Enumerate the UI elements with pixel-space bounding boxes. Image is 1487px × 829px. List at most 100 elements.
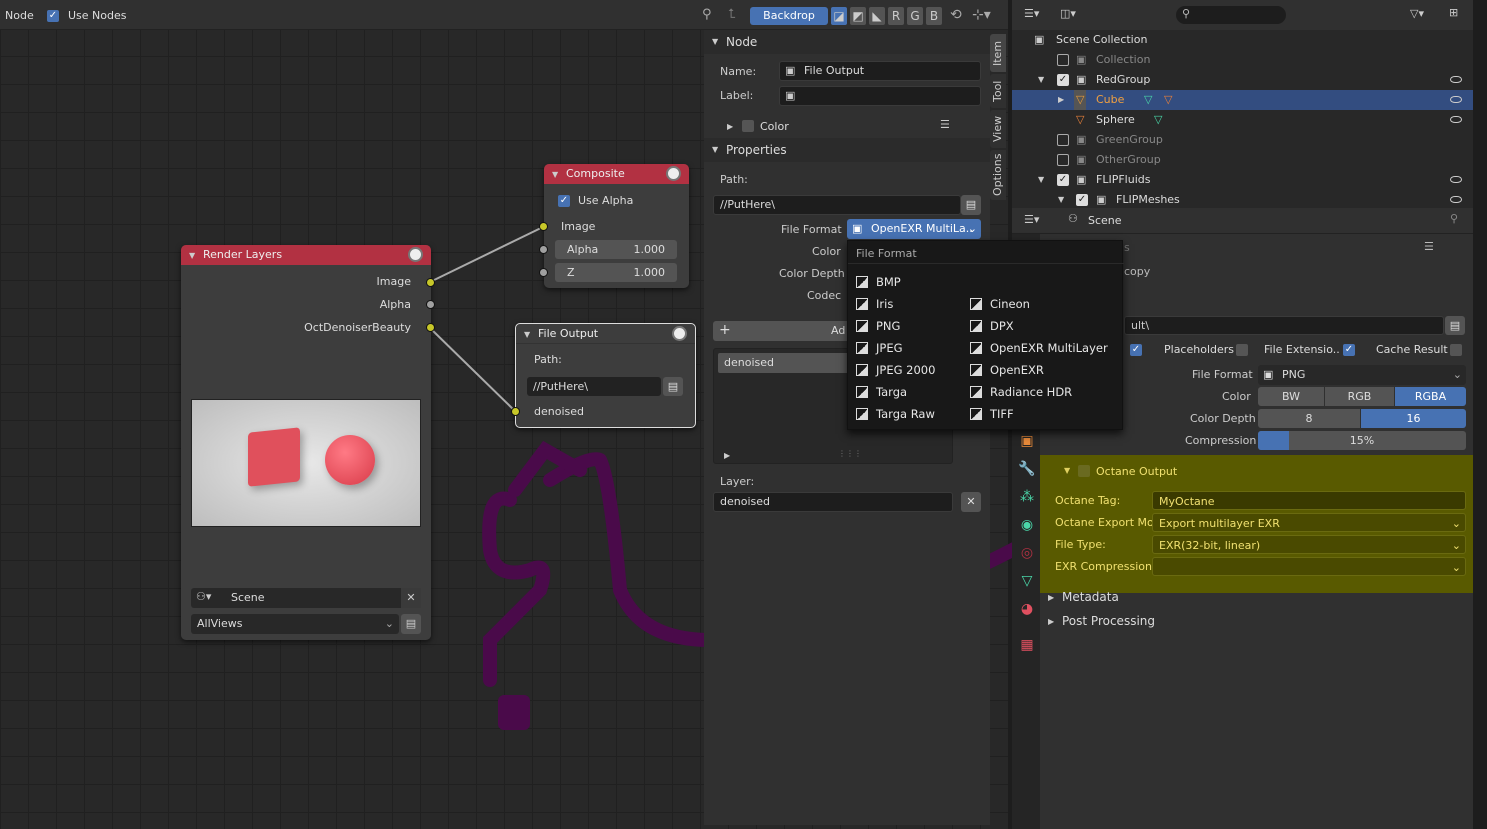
collapse-triangle-icon[interactable]: ▼ [1064, 466, 1070, 475]
exclude-checkbox[interactable]: ✓ [1076, 194, 1088, 206]
eye-icon[interactable] [1450, 196, 1462, 203]
z-slider[interactable]: Z 1.000 [555, 263, 677, 282]
composite-node[interactable]: ▼ Composite ✓ Use Alpha Image Alpha 1.00… [544, 164, 689, 288]
collapse-triangle-icon[interactable]: ▼ [712, 30, 718, 54]
properties-section-header[interactable]: ▼ Properties [704, 138, 990, 162]
collapse-triangle-icon[interactable]: ▼ [552, 165, 558, 185]
expand-triangle-icon[interactable]: ▶ [1048, 593, 1054, 602]
cache-result-checkbox[interactable] [1450, 344, 1462, 356]
render-layers-node[interactable]: ▼ Render Layers Image Alpha OctDenoiserB… [181, 245, 431, 640]
file-browse-icon[interactable]: ▤ [401, 614, 421, 634]
particles-tab-icon[interactable]: ⁂ [1016, 486, 1038, 508]
menu-item-cineon[interactable]: Cineon [970, 293, 1120, 315]
placeholders-checkbox[interactable] [1236, 344, 1248, 356]
render-layers-header[interactable]: ▼ Render Layers [181, 245, 431, 265]
color-checkbox[interactable] [742, 120, 754, 132]
sphere-preview-icon[interactable] [672, 326, 687, 341]
file-format-dropdown[interactable]: ▣ OpenEXR MultiLa.. ⌄ [847, 219, 981, 239]
output-path-field[interactable]: ult\ [1124, 316, 1444, 335]
collapse-triangle-icon[interactable]: ▼ [524, 325, 530, 345]
clear-scene-icon[interactable]: ✕ [401, 588, 421, 608]
eye-icon[interactable] [1450, 96, 1462, 103]
list-icon[interactable]: ☰ [940, 118, 950, 131]
views-dropdown[interactable]: AllViews ⌄ [191, 614, 399, 634]
color-bw-button[interactable]: BW [1258, 387, 1324, 406]
post-processing-panel-header[interactable]: Post Processing [1062, 614, 1155, 628]
sphere-preview-icon[interactable] [408, 247, 423, 262]
outliner-row[interactable]: ▣ GreenGroup [1012, 130, 1473, 150]
metadata-panel-header[interactable]: Metadata [1062, 590, 1119, 604]
folder-icon[interactable]: ▤ [663, 377, 683, 396]
collapse-triangle-icon[interactable]: ▼ [712, 138, 718, 162]
expand-triangle-icon[interactable]: ▼ [1038, 70, 1044, 90]
physics-tab-icon[interactable]: ◉ [1016, 514, 1038, 536]
editor-type-icon[interactable]: ☰▾ [1024, 213, 1039, 226]
menu-item-jpeg[interactable]: JPEG [856, 337, 968, 359]
expand-triangle-icon[interactable]: ▼ [1058, 190, 1064, 208]
path-field[interactable]: //PutHere\ [527, 377, 661, 396]
export-mode-dropdown[interactable]: Export multilayer EXR ⌄ [1152, 513, 1466, 532]
path-field[interactable]: //PutHere\ [713, 195, 961, 215]
node-label-field[interactable]: ▣ [779, 86, 981, 106]
scene-selector[interactable]: ⚇▾ Scene ✕ [191, 588, 421, 608]
composite-header[interactable]: ▼ Composite [544, 164, 689, 184]
outliner-row[interactable]: ▼ ✓ ▣ FLIPFluids [1012, 170, 1473, 190]
material-tab-icon[interactable]: ◕ [1016, 598, 1038, 620]
socket-denoiser-out[interactable] [426, 323, 435, 332]
outliner-row[interactable]: ▣ Collection [1012, 50, 1473, 70]
texture-tab-icon[interactable]: ▦ [1016, 634, 1038, 656]
expand-triangle-icon[interactable]: ▶ [1048, 617, 1054, 626]
octane-tag-field[interactable]: MyOctane [1152, 491, 1466, 510]
collapse-triangle-icon[interactable]: ▼ [189, 246, 195, 266]
use-alpha-checkbox[interactable]: ✓ [558, 195, 570, 207]
outliner-row[interactable]: ▽ Sphere ▽ [1012, 110, 1473, 130]
node-section-header[interactable]: ▼ Node [704, 30, 990, 54]
file-output-node[interactable]: ▼ File Output Path: //PutHere\ ▤ denoise… [515, 323, 696, 428]
depth-8-button[interactable]: 8 [1258, 409, 1360, 428]
resize-handle-icon[interactable]: ⋮⋮⋮ [838, 449, 862, 458]
display-mode-icon[interactable]: ◫▾ [1060, 7, 1076, 20]
menu-item-targa[interactable]: Targa [856, 381, 968, 403]
octane-output-checkbox[interactable] [1078, 465, 1090, 477]
menu-item-openexr[interactable]: OpenEXR [970, 359, 1120, 381]
socket-image-out[interactable] [426, 278, 435, 287]
socket-composite-z[interactable] [539, 268, 548, 277]
outliner-row[interactable]: ▼ ✓ ▣ RedGroup [1012, 70, 1473, 90]
exclude-checkbox[interactable] [1057, 134, 1069, 146]
color-rgba-button[interactable]: RGBA [1395, 387, 1466, 406]
file-format-dropdown[interactable]: ▣ PNG ⌄ [1258, 365, 1466, 385]
eye-icon[interactable] [1450, 116, 1462, 123]
eye-icon[interactable] [1450, 176, 1462, 183]
data-tab-icon[interactable]: ▽ [1016, 570, 1038, 592]
tab-options[interactable]: Options [990, 150, 1006, 200]
outliner-row[interactable]: ▼ ✓ ▣ FLIPMeshes [1012, 190, 1473, 208]
exr-compression-dropdown[interactable]: ⌄ [1152, 557, 1466, 576]
search-input[interactable]: ⚲ [1176, 6, 1286, 24]
socket-alpha-out[interactable] [426, 300, 435, 309]
exclude-checkbox[interactable] [1057, 154, 1069, 166]
compression-slider[interactable]: 15% [1258, 431, 1466, 450]
color-rgb-button[interactable]: RGB [1325, 387, 1394, 406]
expand-triangle-icon[interactable]: ▼ [1038, 170, 1044, 190]
menu-item-openexr-multilayer[interactable]: OpenEXR MultiLayer [970, 337, 1120, 359]
node-name-field[interactable]: ▣ File Output [779, 61, 981, 81]
tab-item[interactable]: Item [990, 34, 1006, 72]
constraints-tab-icon[interactable]: ◎ [1016, 542, 1038, 564]
menu-item-bmp[interactable]: BMP [856, 271, 968, 293]
tab-tool[interactable]: Tool [990, 74, 1006, 108]
menu-item-tiff[interactable]: TIFF [970, 403, 1120, 425]
remove-icon[interactable]: ✕ [961, 492, 981, 512]
tab-view[interactable]: View [990, 110, 1006, 148]
expand-triangle-icon[interactable]: ▶ [1058, 90, 1064, 110]
object-tab-icon[interactable]: ▣ [1016, 430, 1038, 452]
depth-16-button[interactable]: 16 [1361, 409, 1466, 428]
modifier-tab-icon[interactable]: 🔧 [1016, 458, 1038, 480]
alpha-slider[interactable]: Alpha 1.000 [555, 240, 677, 259]
new-collection-icon[interactable]: ⊞ [1449, 6, 1458, 19]
folder-icon[interactable]: ▤ [961, 195, 981, 215]
file-output-header[interactable]: ▼ File Output [516, 324, 695, 344]
outliner-row[interactable]: ▣ OtherGroup [1012, 150, 1473, 170]
overwrite-checkbox[interactable]: ✓ [1130, 344, 1142, 356]
socket-composite-image[interactable] [539, 222, 548, 231]
exclude-checkbox[interactable] [1057, 54, 1069, 66]
